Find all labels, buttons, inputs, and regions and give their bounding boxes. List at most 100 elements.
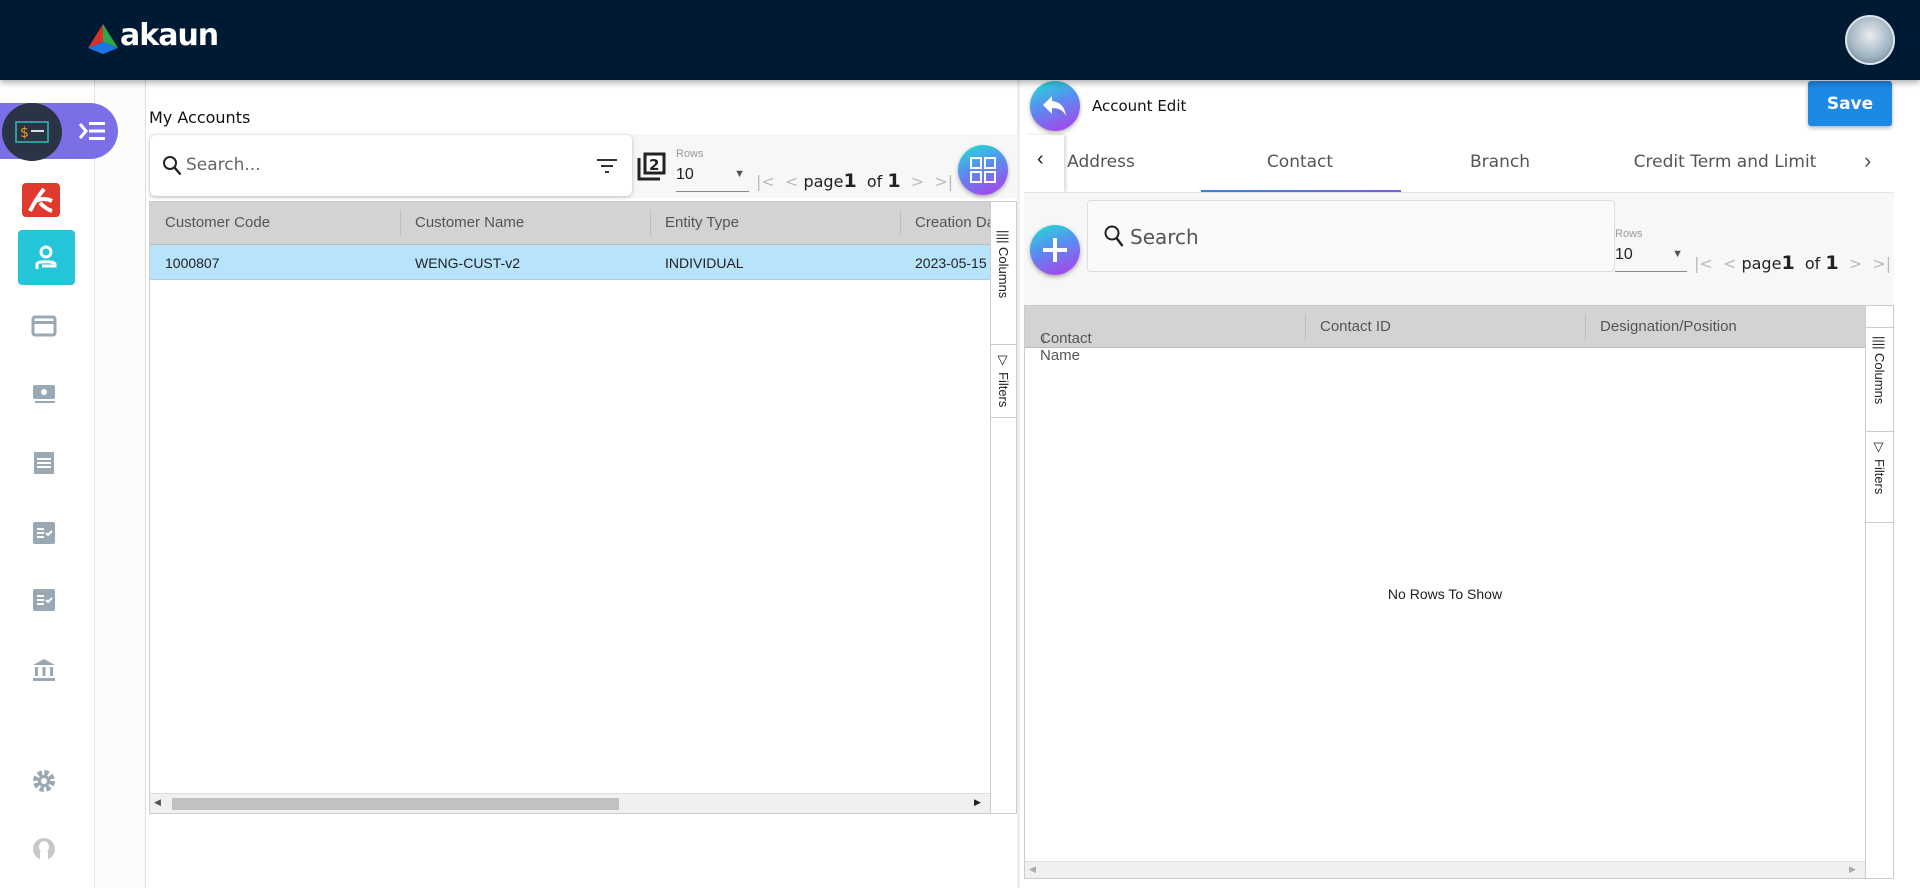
cell-customer-name: WENG-CUST-v2 [415,255,520,271]
rows-label: Rows [1615,228,1643,240]
last-page-icon[interactable]: >| [1872,254,1891,273]
money-menu-icon: $ [15,121,49,143]
dropdown-arrow-icon: ▼ [1672,248,1683,260]
plus-icon [1043,238,1067,262]
column-header-customer-name[interactable]: Customer Name [415,214,524,231]
app-logo-icon[interactable] [22,183,60,217]
page-word: page [1741,254,1782,273]
dropdown-arrow-icon: ▼ [734,168,745,180]
top-bar: akaun [0,0,1920,80]
svg-text:2: 2 [649,156,659,174]
search-placeholder: Search [1130,225,1199,249]
layers-count-icon[interactable]: 2 [636,152,666,182]
search-icon [163,156,182,176]
user-avatar[interactable] [1845,15,1895,65]
filter-icon[interactable] [596,157,618,175]
grid-view-button[interactable] [958,145,1008,195]
first-page-icon[interactable]: |< [1694,254,1713,273]
contact-search-input[interactable]: Search [1087,200,1615,272]
tabs-scroll-right[interactable]: › [1864,148,1871,174]
svg-text:$: $ [20,125,29,141]
column-header-contact-id[interactable]: Contact ID [1320,318,1391,335]
filters-tool-button[interactable]: ▽ Filters [1866,432,1893,523]
menu-expand-icon [78,122,105,140]
search-placeholder: Search... [186,155,261,175]
column-header-customer-code[interactable]: Customer Code [165,214,270,231]
current-page: 1 [843,170,857,192]
checklist-icon[interactable] [31,587,57,613]
accounts-pager: |< < page1 of 1 > >| [756,170,953,192]
save-button[interactable]: Save [1808,81,1892,126]
columns-tool-button[interactable]: |||| Columns [1866,327,1893,432]
columns-tool-button[interactable]: |||| Columns [991,222,1016,345]
horizontal-scrollbar[interactable]: ◀ ▶ [150,793,990,813]
person-icon [35,245,57,269]
contacts-grid: Contact Name ↓ Contact ID Designation/Po… [1024,305,1894,879]
rows-value: 10 [1615,246,1633,263]
money-menu-button[interactable]: $ [2,103,62,161]
back-button[interactable] [1030,81,1080,131]
next-page-icon[interactable]: > [1849,254,1862,273]
filters-tool-button[interactable]: ▽ Filters [991,345,1016,418]
empty-message: No Rows To Show [1387,586,1503,602]
card-icon[interactable] [31,313,57,339]
sort-down-arrow-icon: ↓ [1040,330,1048,347]
cash-icon[interactable] [31,381,57,407]
logo-text: akaun [120,18,219,53]
horizontal-scrollbar[interactable]: ◀ ▶ [1025,861,1865,878]
grid-icon [970,157,996,183]
grid-side-panel: |||| Columns ▽ Filters [1865,306,1893,878]
of-word: of [866,172,883,191]
funnel-icon: ▽ [1872,440,1887,455]
of-word: of [1804,254,1821,273]
sidebar-gutter [95,80,146,888]
accounts-search-input[interactable]: Search... [150,135,632,196]
rows-label: Rows [676,148,704,160]
filters-label: Filters [1872,458,1887,495]
gear-icon[interactable] [31,768,57,794]
last-page-icon[interactable]: >| [934,172,953,191]
prev-page-icon[interactable]: < [1723,254,1736,273]
tabs-scroll-left[interactable]: ‹ [1024,135,1064,192]
reply-back-icon [1043,96,1066,116]
grid-header: Contact Name ↓ Contact ID Designation/Po… [1025,306,1865,364]
prev-page-icon[interactable]: < [785,172,798,191]
rows-value: 10 [676,166,694,183]
funnel-icon: ▽ [996,353,1011,368]
contact-name-label: Contact Name [1040,330,1092,364]
next-page-icon[interactable]: > [911,172,924,191]
tab-credit-term-limit[interactable]: Credit Term and Limit [1634,152,1817,172]
current-page: 1 [1781,252,1795,274]
scrollbar-thumb[interactable] [172,798,619,810]
panel-title: Account Edit [1092,97,1187,115]
column-header-entity-type[interactable]: Entity Type [665,214,739,231]
tab-contact[interactable]: Contact [1267,152,1333,172]
accounts-grid: Customer Code Customer Name Entity Type … [149,201,1017,814]
rows-select[interactable]: 10 ▼ [1615,246,1687,272]
cell-creation-date: 2023-05-15 [915,255,987,271]
page-word: page [803,172,844,191]
bank-icon[interactable] [31,656,57,682]
table-row[interactable]: 1000807 WENG-CUST-v2 INDIVIDUAL 2023-05-… [150,245,990,280]
column-header-creation-date[interactable]: Creation Da [915,214,995,231]
column-header-designation[interactable]: Designation/Position [1600,318,1737,335]
first-page-icon[interactable]: |< [756,172,775,191]
grid-side-panel: |||| Columns ▽ Filters [990,202,1016,813]
columns-label: Columns [1872,353,1887,405]
akaun-logo-icon [88,24,118,54]
checklist-icon[interactable] [31,520,57,546]
rows-select[interactable]: 10 ▼ [676,166,749,192]
page-title: My Accounts [149,108,251,127]
cell-entity-type: INDIVIDUAL [665,255,744,271]
search-icon [1104,225,1124,247]
tab-address[interactable]: Address [1067,152,1135,172]
filters-label: Filters [996,371,1011,408]
add-contact-button[interactable] [1030,225,1080,275]
total-pages: 1 [887,170,901,192]
user-icon[interactable] [31,836,57,862]
cell-customer-code: 1000807 [165,255,220,271]
sidebar-item-accounts[interactable] [18,230,75,285]
tab-branch[interactable]: Branch [1470,152,1530,172]
receipt-icon[interactable] [31,450,57,476]
columns-label: Columns [996,247,1011,299]
